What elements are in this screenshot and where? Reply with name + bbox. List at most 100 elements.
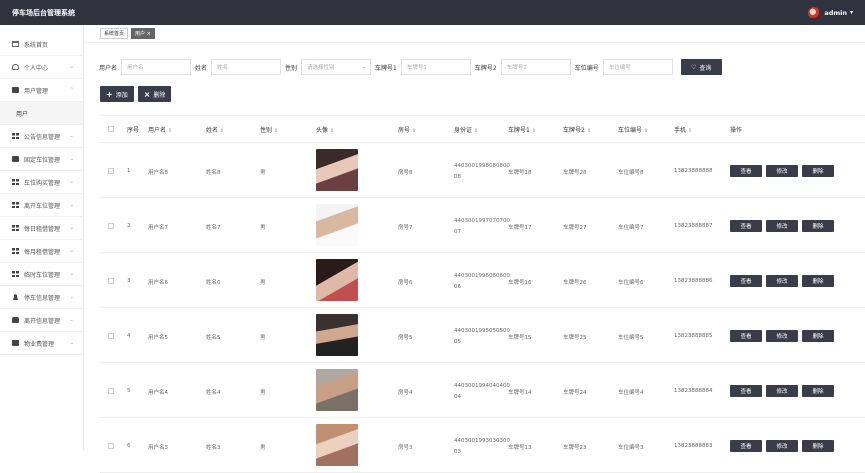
chevron-icon: ⌄ [69, 156, 74, 162]
view-button[interactable]: 查看 [730, 330, 762, 342]
search-button[interactable]: ♡ 查询 [680, 59, 722, 75]
edit-button[interactable]: 修改 [766, 220, 798, 232]
sidebar-item-7[interactable]: 每日租借管理 ⌄ [0, 217, 83, 240]
row-gender: 男 [260, 390, 266, 396]
view-button[interactable]: 查看 [730, 220, 762, 232]
row-number: 5 [127, 388, 131, 394]
sidebar-item-11[interactable]: 离开信息管理 ⌄ [0, 309, 83, 332]
sidebar-item-3[interactable]: 公告信息管理 ⌄ [0, 125, 83, 148]
edit-button[interactable]: 修改 [766, 165, 798, 177]
sidebar-item-6[interactable]: 离开车位管理 ⌄ [0, 194, 83, 217]
delete-button[interactable]: 删除 [802, 275, 834, 287]
user-table: 序号 用户名 ⇕ 姓名 ⇕ 性别 ⇕ 头像 ⇕ 房号 ⇕ 身份证 ⇕ 车牌号1 ⇕ 车牌号2 ⇕ 车位编号 ⇕ 手机 ⇕… [100, 115, 865, 473]
table-row: 1 用户名8 姓名8 男 房号8 4403001998080800 08 车牌号18 车牌号28… [100, 143, 865, 198]
row-spot: 车位编号8 [618, 170, 644, 176]
column-header-1[interactable]: 用户名 ⇕ [148, 125, 172, 134]
sidebar-item-8[interactable]: 每月租借管理 ⌄ [0, 240, 83, 263]
row-checkbox[interactable] [108, 168, 114, 174]
edit-button[interactable]: 修改 [766, 330, 798, 342]
row-username: 用户名7 [148, 225, 168, 231]
sidebar-item-label: 离开信息管理 [24, 317, 61, 325]
delete-button[interactable]: 删除 [802, 385, 834, 397]
row-phone: 13823888884 [674, 388, 713, 394]
sidebar-item-5[interactable]: 车位购买管理 ⌄ [0, 171, 83, 194]
tab-users[interactable]: 用户 × [131, 28, 155, 39]
column-header-9[interactable]: 车位编号 ⇕ [618, 125, 648, 134]
row-spot: 车位编号6 [618, 280, 644, 286]
row-checkbox[interactable] [108, 278, 114, 284]
spot-input[interactable]: 车位编号 [602, 59, 673, 75]
delete-button[interactable]: 删除 [802, 220, 834, 232]
sidebar-item-label: 固定车位管理 [24, 156, 61, 164]
column-header-8[interactable]: 车牌号2 ⇕ [563, 125, 591, 134]
tab-home[interactable]: 系统首页 [100, 28, 129, 39]
row-id-part2: 06 [454, 284, 461, 290]
row-username: 用户名6 [148, 280, 168, 286]
row-id-part1: 4403001998080800 [454, 163, 510, 169]
column-header-5[interactable]: 房号 ⇕ [398, 125, 416, 134]
avatar-photo [316, 204, 358, 246]
view-button[interactable]: 查看 [730, 275, 762, 287]
sidebar-item-12[interactable]: 物业费管理 ⌄ [0, 332, 83, 355]
username-input[interactable]: 用户名 [121, 59, 192, 75]
delete-button[interactable]: 删除 [802, 330, 834, 342]
view-button[interactable]: 查看 [730, 385, 762, 397]
column-header-3[interactable]: 性别 ⇕ [260, 125, 278, 134]
sidebar-item-9[interactable]: 临时车位管理 ⌄ [0, 263, 83, 286]
gender-select[interactable]: 请选择性别 ⌄ [301, 59, 372, 75]
name-input[interactable]: 姓名 [211, 59, 282, 75]
caret-down-icon: ▾ [849, 9, 853, 16]
row-id-part2: 08 [454, 174, 461, 180]
sort-icon: ⇕ [220, 128, 225, 134]
edit-button[interactable]: 修改 [766, 385, 798, 397]
column-header-6[interactable]: 身份证 ⇕ [454, 125, 478, 134]
row-checkbox[interactable] [108, 333, 114, 339]
view-button[interactable]: 查看 [730, 165, 762, 177]
sort-icon: ⇕ [644, 128, 649, 134]
table-row: 4 用户名5 姓名5 男 房号5 4403001995050500 05 车牌号15 车牌号25… [100, 308, 865, 363]
column-header-2[interactable]: 姓名 ⇕ [206, 125, 224, 134]
sidebar-item-4[interactable]: 固定车位管理 ⌄ [0, 148, 83, 171]
top-bar: 停车场后台管理系统 admin ▾ [0, 0, 865, 25]
plate1-input[interactable]: 车牌号1 [400, 59, 471, 75]
user-menu[interactable]: admin ▾ [808, 6, 853, 19]
edit-button[interactable]: 修改 [766, 275, 798, 287]
delete-button[interactable]: 删除 [802, 165, 834, 177]
row-plate2: 车牌号26 [563, 280, 587, 286]
view-button[interactable]: 查看 [730, 440, 762, 452]
sidebar-item-10[interactable]: 停车信息管理 ⌄ [0, 286, 83, 309]
sort-icon: ⇕ [531, 128, 537, 134]
add-button[interactable]: + 添加 [100, 86, 134, 102]
sidebar-item-1[interactable]: 个人中心 ⌄ [0, 56, 83, 79]
sidebar-item-label: 公告信息管理 [24, 133, 61, 141]
table-row: 2 用户名7 姓名7 男 房号7 4403001997070700 07 车牌号17 车牌号27… [100, 198, 865, 253]
sort-icon: ⇕ [474, 128, 479, 134]
column-header-7[interactable]: 车牌号1 ⇕ [508, 125, 536, 134]
sidebar-item-0[interactable]: 系统首页 [0, 33, 83, 56]
row-checkbox[interactable] [108, 223, 114, 229]
plate2-input[interactable]: 车牌号2 [500, 59, 571, 75]
row-plate2: 车牌号28 [563, 170, 587, 176]
close-icon: × [143, 89, 151, 99]
row-plate2: 车牌号27 [563, 225, 587, 231]
row-id-part1: 4403001995050500 [454, 328, 510, 334]
edit-button[interactable]: 修改 [766, 440, 798, 452]
column-header-4[interactable]: 头像 ⇕ [316, 125, 334, 134]
select-all-checkbox[interactable] [108, 126, 114, 132]
row-gender: 男 [260, 280, 266, 286]
column-header-10[interactable]: 手机 ⇕ [674, 125, 692, 134]
row-checkbox[interactable] [108, 443, 114, 449]
row-name: 姓名8 [206, 170, 221, 176]
row-number: 4 [127, 333, 131, 339]
row-room: 房号4 [398, 390, 413, 396]
row-plate1: 车牌号14 [508, 390, 532, 396]
sidebar-item-2[interactable]: 用户管理 ⌃ [0, 79, 83, 102]
row-checkbox[interactable] [108, 388, 114, 394]
row-plate2: 车牌号25 [563, 335, 587, 341]
row-phone: 13823888883 [674, 443, 713, 449]
sidebar-subitem-users[interactable]: 用户 [0, 102, 83, 125]
batch-delete-button[interactable]: × 删除 [137, 86, 172, 102]
row-phone: 13823888886 [674, 278, 713, 284]
row-name: 姓名4 [206, 390, 221, 396]
delete-button[interactable]: 删除 [802, 440, 834, 452]
